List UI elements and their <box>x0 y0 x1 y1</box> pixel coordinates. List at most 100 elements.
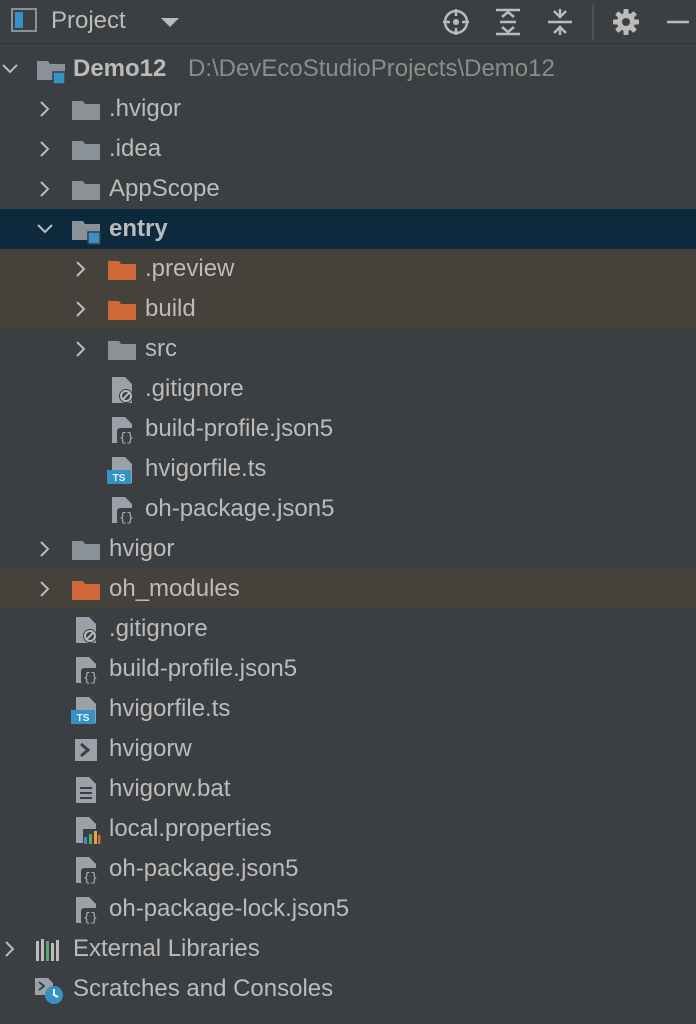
tree-row-excluded-folder[interactable]: .preview <box>0 249 696 289</box>
json-file-icon <box>71 655 101 685</box>
gitignore-file-icon <box>107 375 137 405</box>
project-path: D:\DevEcoStudioProjects\Demo12 <box>188 55 555 82</box>
tree-row-file[interactable]: hvigorw.bat <box>0 769 696 809</box>
tree-label: src <box>145 335 177 362</box>
json-file-icon <box>71 895 101 925</box>
json-file-icon <box>71 855 101 885</box>
tree-label: oh-package-lock.json5 <box>109 895 350 922</box>
shell-script-icon <box>71 735 101 765</box>
view-selector-title[interactable]: Project <box>51 6 126 36</box>
excluded-folder-icon <box>107 255 137 285</box>
tree-label: build-profile.json5 <box>109 655 298 682</box>
tree-label: .gitignore <box>109 615 208 642</box>
tree-row-external-libraries[interactable]: External Libraries <box>0 929 696 969</box>
folder-icon <box>107 335 137 365</box>
tree-label: oh-package.json5 <box>109 855 299 882</box>
header-separator <box>592 4 594 40</box>
properties-file-icon <box>71 815 101 845</box>
collapse-all-button[interactable] <box>544 6 576 38</box>
tree-row-folder[interactable]: hvigor <box>0 529 696 569</box>
tree-label: Demo12 <box>73 55 167 82</box>
chevron-right-icon[interactable] <box>71 259 91 279</box>
tree-row-file[interactable]: .gitignore <box>0 369 696 409</box>
tree-label: External Libraries <box>73 935 260 962</box>
project-tool-window: Project Demo12 D:\DevEcoStudioProjects\D… <box>0 0 696 1024</box>
json-file-icon <box>107 415 137 445</box>
tree-label: entry <box>109 215 168 242</box>
tree-row-file[interactable]: oh-package.json5 <box>0 489 696 529</box>
tree-label: .idea <box>109 135 162 162</box>
tree-row-file[interactable]: .gitignore <box>0 609 696 649</box>
chevron-right-icon[interactable] <box>35 539 55 559</box>
tree-row-file[interactable]: hvigorw <box>0 729 696 769</box>
tree-row-file[interactable]: oh-package.json5 <box>0 849 696 889</box>
tree-row-root[interactable]: Demo12 D:\DevEcoStudioProjects\Demo12 <box>0 49 696 89</box>
tree-label: hvigorfile.ts <box>145 455 267 482</box>
tree-label: oh_modules <box>109 575 240 602</box>
expand-all-button[interactable] <box>492 6 524 38</box>
chevron-down-icon[interactable] <box>0 59 20 79</box>
hide-icon <box>667 20 689 24</box>
tree-label: oh-package.json5 <box>145 495 335 522</box>
chevron-right-icon[interactable] <box>35 179 55 199</box>
tree-row-folder[interactable]: AppScope <box>0 169 696 209</box>
chevron-right-icon[interactable] <box>0 939 20 959</box>
tree-row-excluded-folder[interactable]: build <box>0 289 696 329</box>
collapse-all-icon <box>548 9 572 35</box>
settings-icon <box>613 9 639 35</box>
text-file-icon <box>71 775 101 805</box>
tree-row-file[interactable]: hvigorfile.ts <box>0 449 696 489</box>
chevron-down-icon[interactable] <box>35 219 55 239</box>
hide-button[interactable] <box>662 6 694 38</box>
libraries-icon <box>34 935 64 965</box>
locate-file-button[interactable] <box>440 6 472 38</box>
folder-icon <box>71 535 101 565</box>
chevron-right-icon[interactable] <box>71 299 91 319</box>
typescript-file-icon <box>107 455 137 485</box>
tree-label: hvigorw <box>109 735 192 762</box>
chevron-right-icon[interactable] <box>35 99 55 119</box>
chevron-right-icon[interactable] <box>35 139 55 159</box>
tree-label: .hvigor <box>109 95 182 122</box>
chevron-right-icon[interactable] <box>35 579 55 599</box>
typescript-file-icon <box>71 695 101 725</box>
tree-row-file[interactable]: build-profile.json5 <box>0 649 696 689</box>
module-folder-icon <box>36 55 66 85</box>
excluded-folder-icon <box>71 575 101 605</box>
module-folder-icon <box>71 215 101 245</box>
settings-button[interactable] <box>610 6 642 38</box>
dropdown-icon[interactable] <box>158 14 182 30</box>
excluded-folder-icon <box>107 295 137 325</box>
tree-row-file[interactable]: hvigorfile.ts <box>0 689 696 729</box>
tree-label: .preview <box>145 255 235 282</box>
gitignore-file-icon <box>71 615 101 645</box>
tree-label: Scratches and Consoles <box>73 975 334 1002</box>
tree-row-file[interactable]: oh-package-lock.json5 <box>0 889 696 929</box>
scratches-icon <box>34 975 64 1005</box>
folder-icon <box>71 135 101 165</box>
tree-label: hvigor <box>109 535 175 562</box>
tree-row-excluded-folder[interactable]: oh_modules <box>0 569 696 609</box>
tree-row-module-selected[interactable]: entry <box>0 209 696 249</box>
tree-row-scratches[interactable]: Scratches and Consoles <box>0 969 696 1009</box>
tool-window-header: Project <box>0 0 696 44</box>
tree-row-folder[interactable]: .idea <box>0 129 696 169</box>
tree-label: hvigorfile.ts <box>109 695 231 722</box>
chevron-right-icon[interactable] <box>71 339 91 359</box>
tree-label: hvigorw.bat <box>109 775 231 802</box>
expand-all-icon <box>496 8 520 36</box>
tree-label: build <box>145 295 196 322</box>
tree-row-file[interactable]: local.properties <box>0 809 696 849</box>
json-file-icon <box>107 495 137 525</box>
tree-row-file[interactable]: build-profile.json5 <box>0 409 696 449</box>
project-view-icon[interactable] <box>11 8 37 32</box>
tree-row-folder[interactable]: src <box>0 329 696 369</box>
tree-label: build-profile.json5 <box>145 415 334 442</box>
folder-icon <box>71 95 101 125</box>
tree-label: local.properties <box>109 815 272 842</box>
tree-label: AppScope <box>109 175 220 202</box>
tree-row-folder[interactable]: .hvigor <box>0 89 696 129</box>
folder-icon <box>71 175 101 205</box>
locate-icon <box>443 9 469 35</box>
tree-label: .gitignore <box>145 375 244 402</box>
